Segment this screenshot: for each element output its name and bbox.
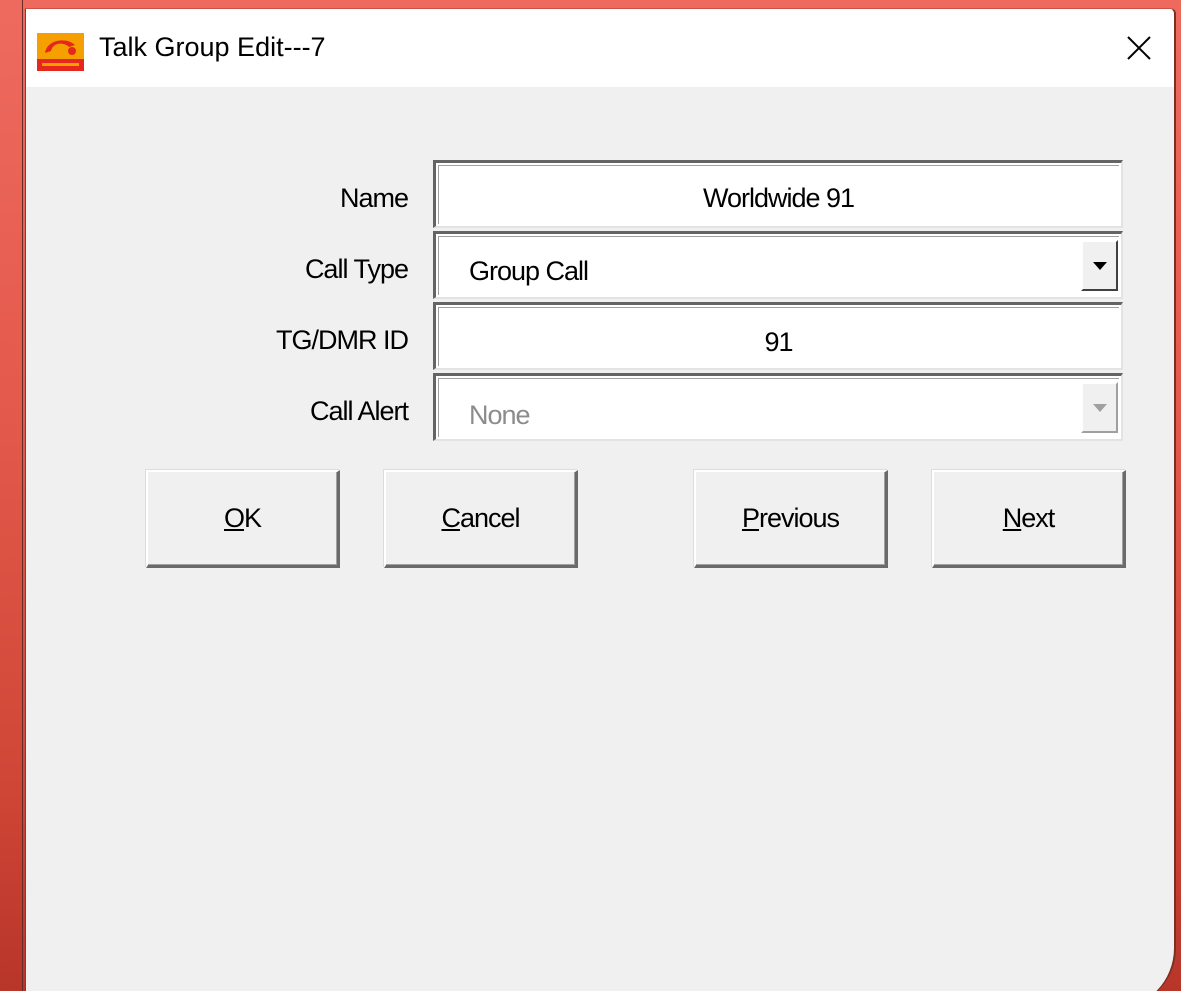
window-title: Talk Group Edit---7: [99, 32, 326, 62]
chevron-down-icon: [1092, 261, 1107, 270]
cancel-button[interactable]: Cancel: [384, 470, 578, 568]
next-button-label: ext: [1021, 503, 1055, 533]
name-field[interactable]: Worldwide 91: [433, 160, 1123, 228]
previous-button-accel: P: [741, 503, 760, 533]
tg-dmr-id-field[interactable]: 91: [433, 302, 1123, 370]
previous-button[interactable]: Previous: [694, 470, 888, 568]
call-alert-inner: [438, 378, 1119, 437]
next-button[interactable]: Next: [932, 470, 1126, 568]
tg-dmr-id-value: 91: [764, 327, 793, 357]
app-logo-icon: [37, 33, 84, 71]
title-bar[interactable]: Talk Group Edit---7: [26, 9, 1174, 87]
call-type-value: Group Call: [469, 256, 589, 286]
name-label: Name: [339, 183, 409, 213]
call-alert-label: Call Alert: [309, 396, 409, 426]
call-alert-dropdown-button[interactable]: [1081, 382, 1118, 433]
ok-button-accel: O: [223, 503, 245, 533]
background-window-edge: [22, 0, 23, 991]
close-button[interactable]: [1104, 9, 1174, 87]
previous-button-label: revious: [758, 503, 840, 533]
close-icon: [1127, 36, 1151, 60]
ok-button[interactable]: OK: [146, 470, 340, 568]
cancel-button-accel: C: [441, 503, 460, 533]
chevron-down-icon: [1092, 403, 1107, 412]
call-type-select[interactable]: Group Call: [433, 231, 1123, 299]
next-button-accel: N: [1002, 503, 1022, 533]
call-alert-select[interactable]: None: [433, 373, 1123, 441]
call-alert-value: None: [469, 400, 531, 430]
cancel-button-label: ancel: [459, 503, 521, 533]
tg-dmr-id-label: TG/DMR ID: [276, 325, 409, 355]
call-type-label: Call Type: [304, 254, 409, 284]
ok-button-label: K: [244, 503, 262, 533]
talk-group-edit-dialog: Talk Group Edit---7 Name Worldwide 91 Ca…: [25, 8, 1176, 991]
name-value: Worldwide 91: [702, 183, 855, 213]
call-type-dropdown-button[interactable]: [1081, 240, 1118, 291]
